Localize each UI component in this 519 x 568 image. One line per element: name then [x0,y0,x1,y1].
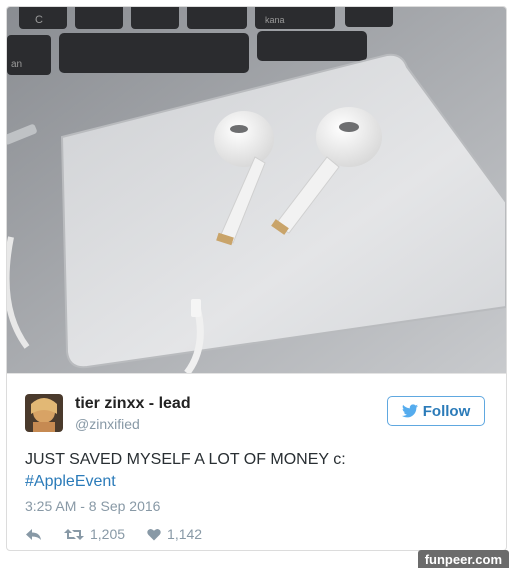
user-handle[interactable]: @zinxified [75,416,140,432]
tweet-body: tier zinxx - lead @zinxified Follow JUST… [7,373,506,550]
like-count: 1,142 [167,526,203,542]
user-display-name[interactable]: tier zinxx - lead [75,395,191,413]
key-label-kana: kana [265,15,285,25]
reply-icon [26,528,41,540]
tweet-text: JUST SAVED MYSELF A LOT OF MONEY c: [25,451,346,468]
reply-action[interactable] [25,528,42,541]
tweet-card: C an kana tier zinxx - lead @zinxified F… [6,6,507,551]
like-action[interactable]: 1,142 [147,526,202,542]
key-label-c: C [35,14,43,26]
retweet-icon [64,528,84,540]
tweet-actions: 1,205 1,142 [25,526,224,542]
hashtag-link[interactable]: #AppleEvent [25,471,346,493]
retweet-action[interactable]: 1,205 [64,526,125,542]
user-avatar[interactable] [25,394,63,432]
tweet-photo[interactable]: C an kana [7,7,506,373]
follow-button-label: Follow [422,402,471,420]
twitter-bird-icon [401,404,418,418]
retweet-count: 1,205 [90,526,126,542]
key-label-an: an [11,59,22,70]
follow-button[interactable]: Follow [387,396,485,426]
tweet-timestamp[interactable]: 3:25 AM - 8 Sep 2016 [25,498,160,514]
tweet-text-block: JUST SAVED MYSELF A LOT OF MONEY c: #App… [25,449,346,493]
heart-icon [147,528,161,540]
watermark: funpeer.com [417,550,509,568]
